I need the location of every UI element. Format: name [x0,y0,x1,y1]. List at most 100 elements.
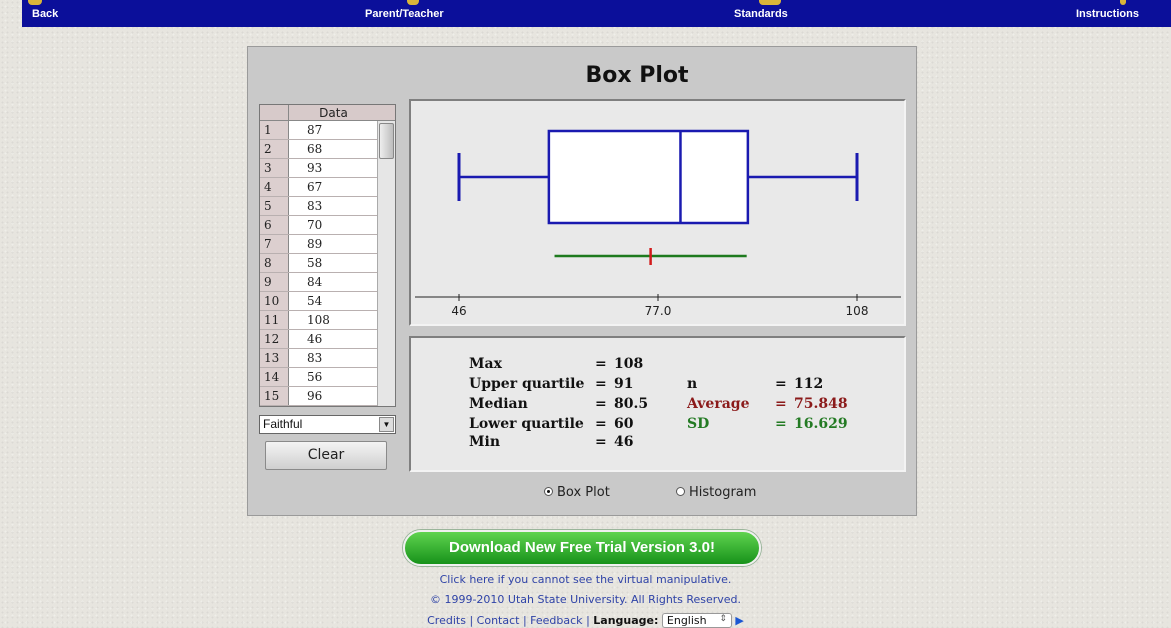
back-arrow-icon [28,0,42,5]
table-row[interactable]: 9 84 [260,273,378,292]
min-value: 46 [614,434,634,450]
language-label: Language: [593,614,659,627]
row-number: 13 [260,349,289,367]
table-row[interactable]: 1 87 [260,121,378,140]
select-caret-icon: ⇕ [719,614,727,624]
row-number: 14 [260,368,289,386]
instructions-icon [1120,0,1126,5]
table-row[interactable]: 4 67 [260,178,378,197]
view-option-boxplot[interactable]: Box Plot [544,485,610,500]
upper-quartile-equals: = [595,376,607,392]
table-row[interactable]: 11 108 [260,311,378,330]
upper-quartile-label: Upper quartile [469,376,585,392]
standards-icon [759,0,781,5]
row-number: 11 [260,311,289,329]
upper-quartile-value: 91 [614,376,634,392]
table-row[interactable]: 14 56 [260,368,378,387]
data-cell[interactable]: 70 [289,216,349,234]
feedback-link[interactable]: Feedback [530,614,582,627]
table-row[interactable]: 3 93 [260,159,378,178]
table-row[interactable]: 12 46 [260,330,378,349]
lower-quartile-value: 60 [614,416,634,432]
nav-instructions-link[interactable]: Instructions [1076,8,1139,20]
scrollbar-thumb[interactable] [379,123,394,159]
row-number: 15 [260,387,289,405]
median-label: Median [469,396,528,412]
page-title: Box Plot [585,63,689,88]
nav-back-link[interactable]: Back [32,8,58,20]
histogram-radio[interactable] [676,487,685,496]
help-link[interactable]: Click here if you cannot see the virtual… [0,573,1171,586]
boxplot-radio[interactable] [544,487,553,496]
n-label: n [687,376,698,392]
table-scrollbar[interactable] [377,121,395,406]
min-label: Min [469,434,500,450]
data-cell[interactable]: 54 [289,292,349,310]
download-trial-button[interactable]: Download New Free Trial Version 3.0! [403,530,761,566]
contact-link[interactable]: Contact [477,614,520,627]
view-option-histogram[interactable]: Histogram [676,485,756,500]
chevron-down-icon[interactable]: ▼ [379,417,394,432]
data-cell[interactable]: 89 [289,235,349,253]
average-label: Average [687,396,750,412]
row-number-header [260,105,289,121]
histogram-radio-label: Histogram [689,485,757,500]
footer-links: Credits | Contact | Feedback | Language:… [0,613,1171,628]
table-row[interactable]: 7 89 [260,235,378,254]
data-table-header: Data [260,105,395,121]
sd-label: SD [687,416,710,432]
language-select[interactable]: English ⇕ [661,613,732,628]
data-table[interactable]: Data 1 87 2 68 3 93 4 67 5 83 6 70 7 89 8 58 9 84 10 54 11 10… [259,104,396,407]
data-cell[interactable]: 87 [289,121,349,139]
max-label: Max [469,356,502,372]
table-row[interactable]: 8 58 [260,254,378,273]
row-number: 3 [260,159,289,177]
footer-separator: | [522,614,527,627]
box-plot-chart: 46 77.0 108 [415,129,901,318]
row-number: 1 [260,121,289,139]
clear-button[interactable]: Clear [265,441,387,470]
data-cell[interactable]: 46 [289,330,349,348]
footer-separator: | [469,614,474,627]
data-cell[interactable]: 108 [289,311,349,329]
max-value: 108 [614,356,644,372]
data-cell[interactable]: 56 [289,368,349,386]
data-cell[interactable]: 83 [289,197,349,215]
median-value: 80.5 [614,396,649,412]
data-cell[interactable]: 58 [289,254,349,272]
data-cell[interactable]: 68 [289,140,349,158]
dataset-select[interactable]: Faithful ▼ [259,415,396,434]
box-plot-applet: Box Plot Data 1 87 2 68 3 93 4 67 5 83 6 70 7 89 8 58 9 8… [247,46,917,516]
data-cell[interactable]: 67 [289,178,349,196]
data-cell[interactable]: 93 [289,159,349,177]
data-column-header: Data [319,106,348,120]
data-cell[interactable]: 96 [289,387,349,405]
x-axis-tick-label: 46 [451,304,466,318]
row-number: 6 [260,216,289,234]
parent-teacher-icon [407,0,419,5]
average-equals: = [775,396,787,412]
sd-value: 16.629 [794,416,848,432]
table-row[interactable]: 15 96 [260,387,378,406]
min-equals: = [595,434,607,450]
credits-link[interactable]: Credits [427,614,466,627]
table-row[interactable]: 2 68 [260,140,378,159]
data-cell[interactable]: 83 [289,349,349,367]
nav-parent-teacher-link[interactable]: Parent/Teacher [365,8,444,20]
table-row[interactable]: 10 54 [260,292,378,311]
n-value: 112 [794,376,824,392]
row-number: 8 [260,254,289,272]
table-row[interactable]: 6 70 [260,216,378,235]
row-number: 7 [260,235,289,253]
x-axis-tick-label: 108 [846,304,869,318]
sd-equals: = [775,416,787,432]
table-row[interactable]: 13 83 [260,349,378,368]
row-number: 12 [260,330,289,348]
statistics-panel: Max = 108 Upper quartile = 91 Median = 8… [409,336,906,472]
table-row[interactable]: 5 83 [260,197,378,216]
nav-standards-link[interactable]: Standards [734,8,788,20]
data-cell[interactable]: 84 [289,273,349,291]
max-equals: = [595,356,607,372]
x-axis-tick-label: 77.0 [645,304,672,318]
play-arrow-icon[interactable]: ▶ [735,614,743,627]
